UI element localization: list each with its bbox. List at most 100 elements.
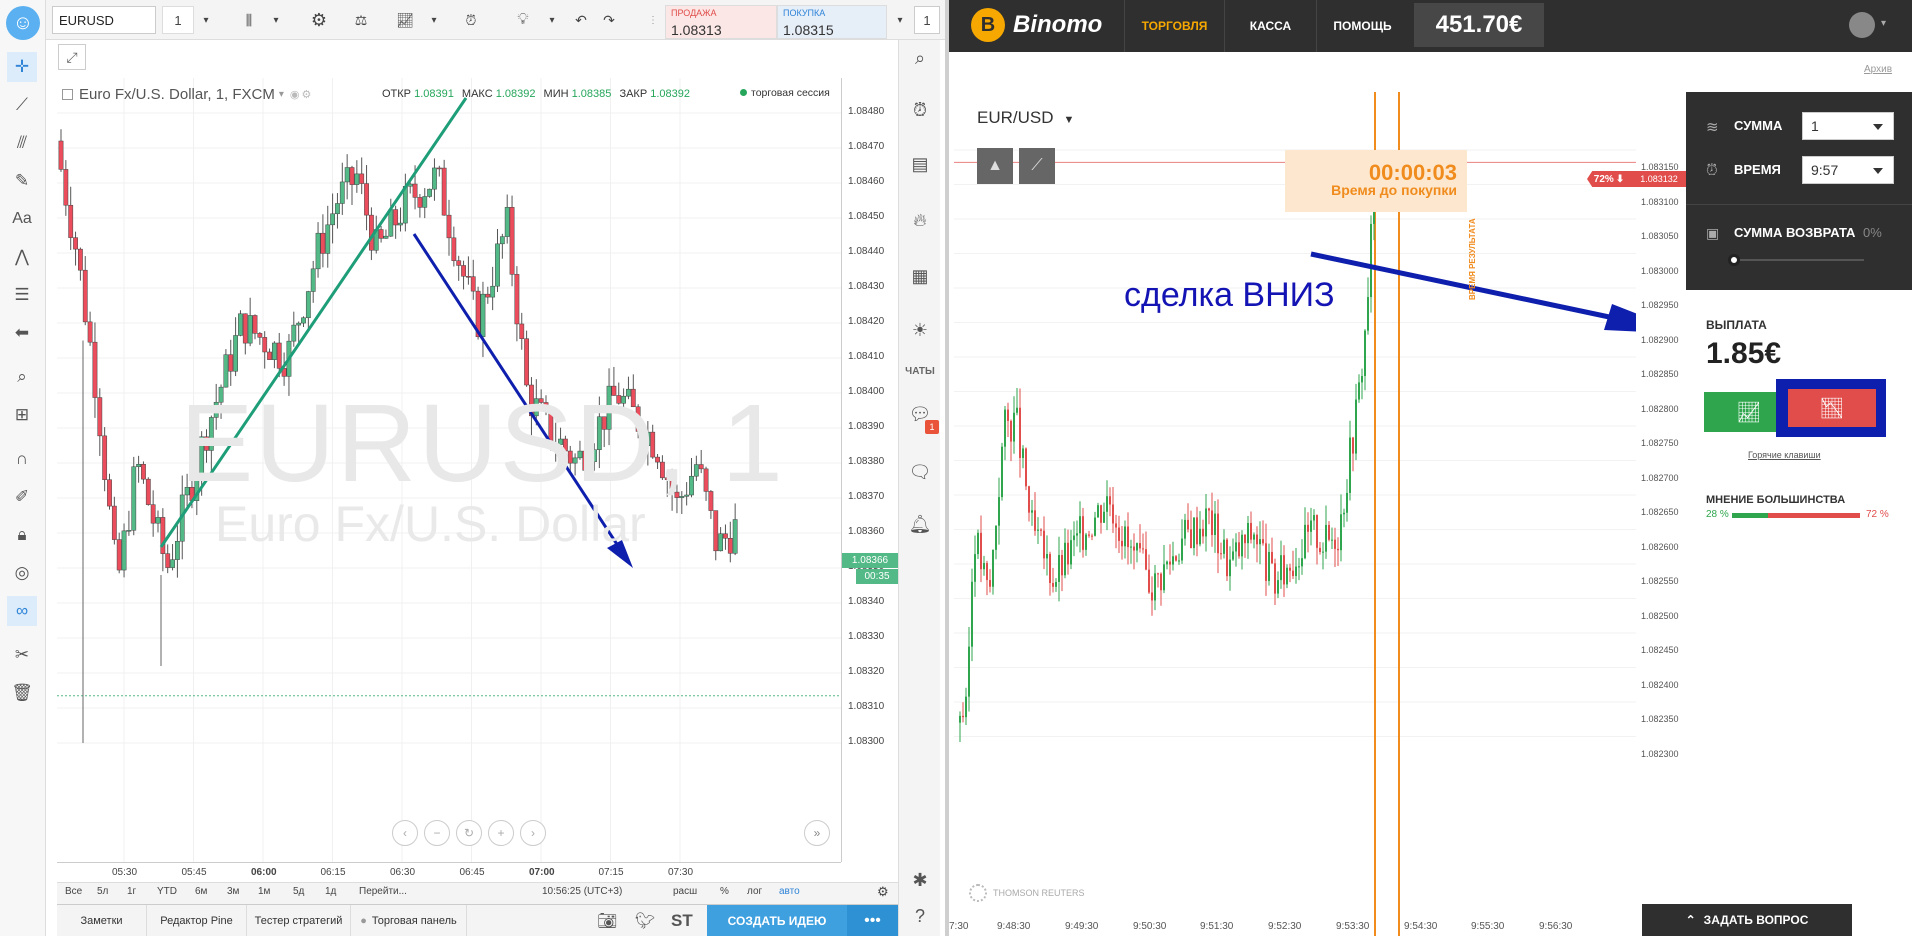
pair-select[interactable]: EUR/USD ▼	[977, 108, 1074, 128]
amount-select[interactable]: 1	[1802, 112, 1894, 140]
data-window-icon[interactable]: ▤	[906, 150, 934, 178]
tab-trading-panel[interactable]: ● Торговая панель	[351, 905, 467, 936]
binomo-logo[interactable]: B Binomo	[971, 8, 1102, 42]
ask-question-button[interactable]: ⌃ ЗАДАТЬ ВОПРОС	[1642, 904, 1852, 936]
trendline-icon[interactable]: ⟋	[7, 90, 37, 120]
link-icon[interactable]: ∞	[7, 596, 37, 626]
chart-type-dropdown-icon[interactable]: ▾	[266, 6, 286, 34]
alert-add-icon[interactable]: ⏰︎	[454, 6, 488, 34]
nav-cashier[interactable]: КАССА	[1224, 0, 1316, 52]
settings-icon[interactable]: ⚙	[304, 6, 334, 34]
fib-icon[interactable]: ⫻	[7, 128, 37, 158]
smiley-icon[interactable]: ☺	[6, 6, 40, 40]
tools-icon[interactable]: ✂	[7, 640, 37, 670]
zoom-out-icon[interactable]: −	[424, 820, 450, 846]
watchlist-search-icon[interactable]: ⌕	[906, 44, 934, 72]
scale-option[interactable]: авто	[779, 886, 800, 897]
sell-box[interactable]: ПРОДАЖА 1.08313	[665, 5, 777, 39]
arrow-left-icon[interactable]: ⬅	[7, 318, 37, 348]
period-button[interactable]: Перейти...	[359, 886, 407, 897]
reset-icon[interactable]: ↻	[456, 820, 482, 846]
nav-help[interactable]: ПОМОЩЬ	[1316, 0, 1408, 52]
hotkeys-link[interactable]: Горячие клавиши	[1748, 450, 1821, 460]
twitter-icon[interactable]: 🐦︎	[635, 911, 655, 931]
time-select[interactable]: 9:57	[1802, 156, 1894, 184]
trash-icon[interactable]: 🗑︎	[7, 678, 37, 708]
projection-icon[interactable]: ☰	[7, 280, 37, 310]
fullscreen-icon[interactable]: ⤢	[58, 44, 86, 70]
crosshair-icon[interactable]: ✛	[7, 52, 37, 82]
lock-icon[interactable]: 🔒︎	[7, 520, 37, 550]
trade-dropdown-icon[interactable]: ▾	[890, 6, 910, 34]
scroll-right-icon[interactable]: ›	[520, 820, 546, 846]
qty-input[interactable]: 1	[914, 6, 940, 34]
refund-slider-knob[interactable]	[1728, 254, 1740, 266]
binomo-candle-chart[interactable]	[954, 92, 1636, 936]
alarm-icon[interactable]: ⏰︎	[906, 96, 934, 124]
tv-time-axis[interactable]: 05:30 05:45 06:00 06:15 06:30 06:45 07:00 07:15…	[57, 862, 841, 882]
candles-icon[interactable]: ⫼	[234, 6, 264, 34]
idea-icon[interactable]: 💡︎	[506, 6, 540, 34]
scale-settings-icon[interactable]: ⚙	[877, 884, 889, 900]
scroll-to-end-icon[interactable]: »	[804, 820, 830, 846]
brush-icon[interactable]: ✎	[7, 166, 37, 196]
help-icon[interactable]: ?	[906, 902, 934, 930]
pattern-icon[interactable]: ⋀	[7, 242, 37, 272]
nav-trading[interactable]: ТОРГОВЛЯ	[1124, 0, 1224, 52]
more-button[interactable]: •••	[847, 905, 898, 936]
refund-slider-track[interactable]	[1734, 259, 1864, 261]
pencil-icon[interactable]: ✐	[7, 482, 37, 512]
avatar-dropdown-icon[interactable]: ▾	[1881, 18, 1886, 29]
ideas-stream-icon[interactable]: ☀	[906, 316, 934, 344]
period-button[interactable]: 5л	[97, 886, 108, 897]
bug-icon[interactable]: ✱	[906, 866, 934, 894]
period-button[interactable]: 5д	[293, 886, 304, 897]
scale-option[interactable]: лог	[747, 886, 762, 897]
tab-notes[interactable]: Заметки	[57, 905, 147, 936]
symbol-input[interactable]: EURUSD	[52, 6, 156, 34]
redo-icon[interactable]: ↷	[596, 6, 622, 34]
tab-pine-editor[interactable]: Редактор Pine	[147, 905, 247, 936]
notifications-icon[interactable]: 🔔︎	[906, 510, 934, 538]
scale-option[interactable]: расш	[673, 886, 697, 897]
avatar[interactable]	[1849, 12, 1875, 38]
buy-box[interactable]: ПОКУПКА 1.08315	[777, 5, 887, 39]
area-chart-icon[interactable]: ▲	[977, 148, 1013, 184]
period-button[interactable]: Все	[65, 886, 82, 897]
scroll-left-icon[interactable]: ‹	[392, 820, 418, 846]
zoom-icon[interactable]: ⌕	[7, 362, 37, 392]
period-button[interactable]: 1м	[258, 886, 270, 897]
collapse-icon[interactable]	[62, 88, 73, 100]
magnet-icon[interactable]: ∩	[7, 444, 37, 474]
archive-link[interactable]: Архив	[1864, 64, 1892, 75]
indicators-dropdown-icon[interactable]: ▾	[424, 6, 444, 34]
eye-icon[interactable]: ◎	[7, 558, 37, 588]
zoom-in-icon[interactable]: +	[488, 820, 514, 846]
stocktwits-icon[interactable]: ST	[671, 911, 693, 931]
interval-select[interactable]: 1	[162, 6, 194, 34]
legend-settings-icon[interactable]: ⚙	[302, 88, 312, 101]
balance[interactable]: 451.70€	[1414, 3, 1544, 47]
idea-dropdown-icon[interactable]: ▾	[542, 6, 562, 34]
camera-icon[interactable]: 📷︎	[597, 911, 617, 931]
private-chat-icon[interactable]: 🗨︎	[906, 458, 934, 486]
publish-idea-button[interactable]: СОЗДАТЬ ИДЕЮ	[707, 905, 847, 936]
period-button[interactable]: 1д	[325, 886, 336, 897]
interval-dropdown-icon[interactable]: ▾	[196, 6, 216, 34]
period-button[interactable]: 6м	[195, 886, 207, 897]
hotlist-icon[interactable]: 🔥︎	[906, 206, 934, 234]
text-tool-icon[interactable]: Aa	[7, 204, 37, 234]
visibility-icon[interactable]: ◉	[290, 88, 300, 101]
calendar-icon[interactable]: ▦	[906, 262, 934, 290]
compare-icon[interactable]: ⚖	[344, 6, 378, 34]
tab-strategy-tester[interactable]: Тестер стратегий	[247, 905, 351, 936]
indicator-icon[interactable]: ⟋	[1019, 148, 1055, 184]
measure-icon[interactable]: ⊞	[7, 400, 37, 430]
undo-icon[interactable]: ↶	[568, 6, 594, 34]
trade-down-button[interactable]: 📉︎	[1788, 389, 1876, 427]
drag-handle-icon[interactable]: ⋮	[646, 6, 660, 34]
indicators-icon[interactable]: 📈︎	[388, 6, 422, 34]
period-button[interactable]: YTD	[157, 886, 177, 897]
legend-dropdown-icon[interactable]: ▾	[279, 89, 284, 100]
tv-price-axis[interactable]: 1.08480 1.08470 1.08460 1.08450 1.08440 1.084…	[841, 78, 898, 862]
